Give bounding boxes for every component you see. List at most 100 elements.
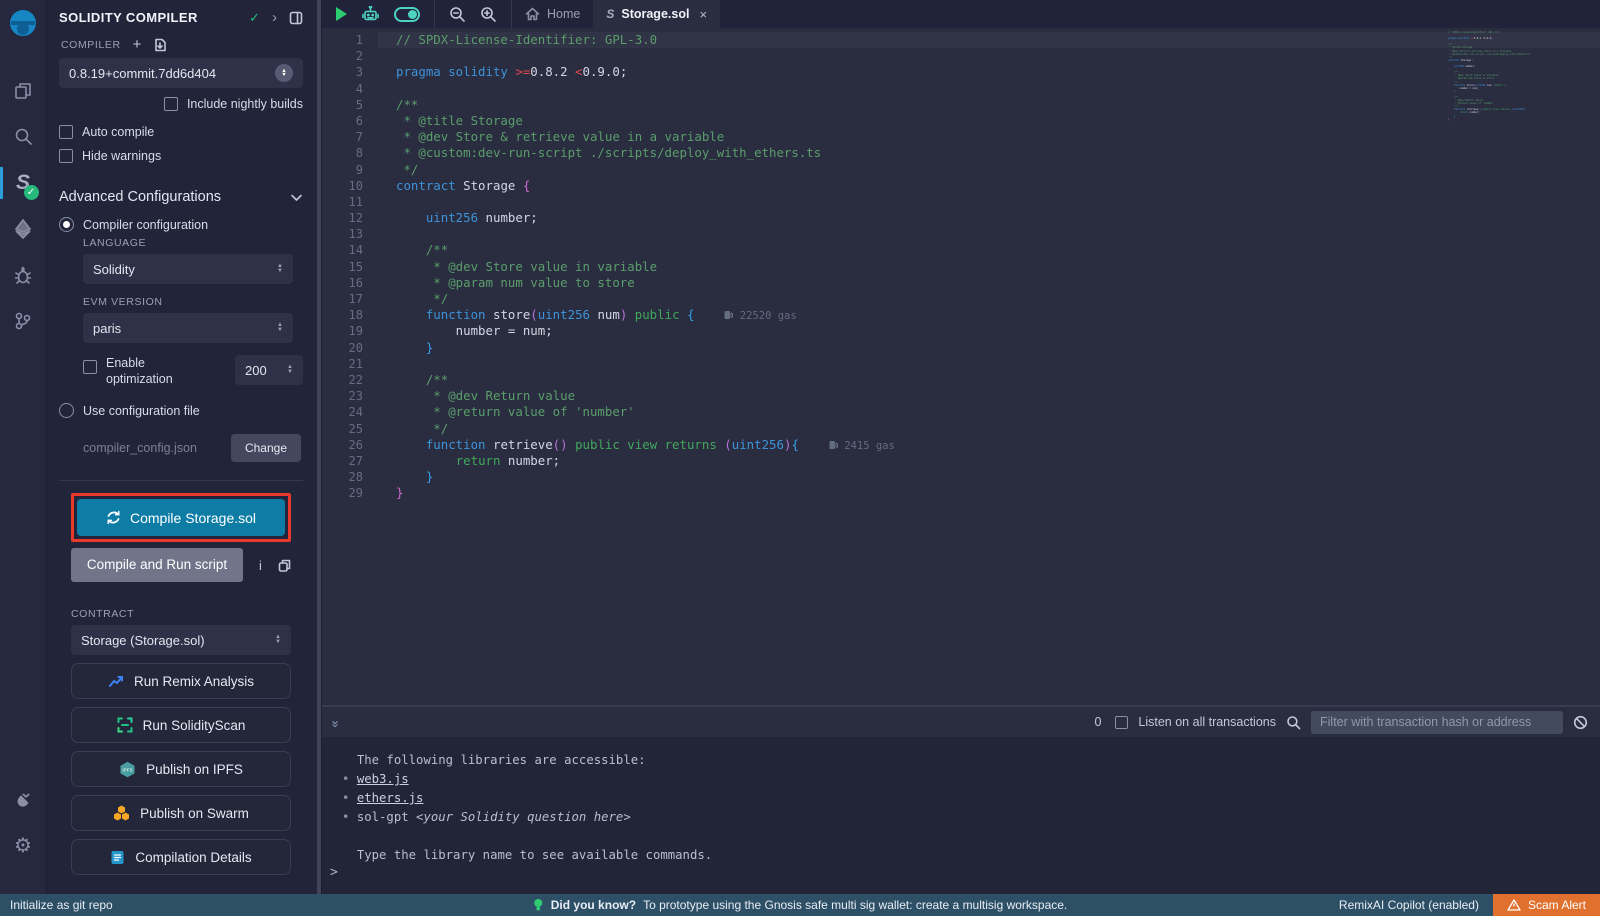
line-number: 5 <box>322 97 378 113</box>
run-remix-analysis-button[interactable]: Run Remix Analysis <box>71 663 291 699</box>
home-icon <box>525 7 540 21</box>
ethersjs-link[interactable]: ethers.js <box>357 791 424 805</box>
tab-storage-sol[interactable]: S Storage.sol × <box>593 0 720 28</box>
tab-home[interactable]: Home <box>512 0 593 28</box>
solidity-compiler-icon[interactable]: S ✓ <box>0 160 47 206</box>
line-number: 25 <box>322 421 378 437</box>
advanced-configurations-toggle[interactable]: Advanced Configurations <box>59 189 303 205</box>
git-icon[interactable] <box>0 298 47 344</box>
panel-resize-handle[interactable] <box>315 0 322 894</box>
compiler-version-select[interactable]: 0.8.19+commit.7dd6d404 ▲▼ <box>59 58 303 88</box>
include-nightly-checkbox[interactable] <box>164 97 178 111</box>
code-line: function store(uint256 num) public { 225… <box>396 307 1600 323</box>
terminal-panel: » 0 Listen on all transactions The follo… <box>322 705 1600 894</box>
version-stepper-icon: ▲▼ <box>275 64 293 82</box>
import-compiler-icon[interactable] <box>153 38 167 52</box>
line-number: 23 <box>322 388 378 404</box>
terminal-line: The following libraries are accessible: <box>342 751 1600 770</box>
settings-icon[interactable]: ⚙ <box>0 822 47 868</box>
zoom-out-icon[interactable] <box>449 6 466 23</box>
language-label: LANGUAGE <box>83 237 303 249</box>
compilation-details-button[interactable]: Compilation Details <box>71 839 291 875</box>
gas-estimate: 2415 gas <box>829 440 895 452</box>
terminal-line: • ethers.js <box>342 789 1600 808</box>
search-icon[interactable] <box>0 114 47 160</box>
use-configuration-file-radio[interactable] <box>59 403 74 418</box>
info-icon[interactable]: i <box>259 558 262 573</box>
minimap-line: * @custom:dev-run-script ./scripts/deplo… <box>1448 53 1544 56</box>
change-config-button[interactable]: Change <box>231 434 301 462</box>
pin-panel-icon[interactable] <box>289 11 303 25</box>
publish-on-ipfs-button[interactable]: IPFS Publish on IPFS <box>71 751 291 787</box>
line-number: 26 <box>322 437 378 453</box>
plugin-manager-icon[interactable] <box>0 776 47 822</box>
compiled-check-icon: ✓ <box>249 10 260 26</box>
line-number: 15 <box>322 259 378 275</box>
copilot-status[interactable]: RemixAI Copilot (enabled) <box>1339 898 1479 912</box>
warning-triangle-icon <box>1507 899 1521 911</box>
line-number: 12 <box>322 210 378 226</box>
terminal-search-icon[interactable] <box>1286 715 1301 730</box>
remix-logo[interactable] <box>7 8 39 40</box>
file-explorer-icon[interactable] <box>0 68 47 114</box>
chart-icon <box>108 674 124 688</box>
ai-copilot-robot-icon[interactable] <box>361 6 380 23</box>
web3js-link[interactable]: web3.js <box>357 772 409 786</box>
line-number: 14 <box>322 242 378 258</box>
listen-all-transactions-checkbox[interactable] <box>1115 716 1128 729</box>
hide-warnings-checkbox[interactable] <box>59 149 73 163</box>
enable-optimization-checkbox[interactable] <box>83 360 97 374</box>
line-number: 7 <box>322 129 378 145</box>
close-tab-icon[interactable]: × <box>699 7 707 22</box>
code-line: } <box>396 485 1600 501</box>
code-line: /** <box>396 242 1600 258</box>
lightbulb-icon <box>533 898 544 912</box>
run-solidityscan-button[interactable]: Run SolidityScan <box>71 707 291 743</box>
code-line: * @param num value to store <box>396 275 1600 291</box>
contract-select[interactable]: Storage (Storage.sol) ▲▼ <box>71 625 291 655</box>
evm-version-label: EVM VERSION <box>83 296 303 308</box>
terminal-collapse-icon[interactable]: » <box>329 720 344 724</box>
code-line <box>396 81 1600 97</box>
chevron-right-icon[interactable]: › <box>272 9 277 26</box>
code-line: function retrieve() public view returns … <box>396 437 1600 453</box>
init-git-repo-button[interactable]: Initialize as git repo <box>0 898 113 912</box>
transaction-filter-input[interactable] <box>1311 711 1563 734</box>
line-number: 13 <box>322 226 378 242</box>
deploy-run-icon[interactable] <box>0 206 47 252</box>
code-line: } <box>396 469 1600 485</box>
evm-version-select[interactable]: paris ▲▼ <box>83 313 293 343</box>
auto-compile-checkbox[interactable] <box>59 125 73 139</box>
zoom-in-icon[interactable] <box>480 6 497 23</box>
annotation-highlight-box: Compile Storage.sol <box>71 493 291 542</box>
line-number: 18 <box>322 307 378 323</box>
run-script-icon[interactable] <box>336 7 347 21</box>
code-line <box>396 48 1600 64</box>
code-editor[interactable]: 1234567891011121314151617181920212223242… <box>322 28 1600 705</box>
details-doc-icon <box>110 850 125 865</box>
swarm-icon <box>113 805 130 821</box>
compiler-configuration-radio[interactable] <box>59 217 74 232</box>
config-file-name[interactable]: compiler_config.json <box>83 441 197 455</box>
code-line: uint256 number; <box>396 210 1600 226</box>
auto-compile-label: Auto compile <box>82 125 154 139</box>
clear-console-icon[interactable] <box>1573 715 1588 730</box>
terminal-prompt[interactable]: > <box>330 865 338 880</box>
enable-optimization-label: Enable optimization <box>106 355 198 387</box>
chevron-down-icon <box>290 191 303 204</box>
language-select[interactable]: Solidity ▲▼ <box>83 254 293 284</box>
editor-minimap[interactable]: // SPDX-License-Identifier: GPL-3.0 prag… <box>1448 31 1544 121</box>
compile-button[interactable]: Compile Storage.sol <box>77 499 285 536</box>
publish-on-swarm-button[interactable]: Publish on Swarm <box>71 795 291 831</box>
copilot-toggle[interactable] <box>394 7 420 22</box>
scam-alert-button[interactable]: Scam Alert <box>1493 894 1600 916</box>
line-number: 16 <box>322 275 378 291</box>
copy-icon[interactable] <box>278 559 291 572</box>
add-custom-compiler-icon[interactable]: + <box>133 40 142 50</box>
remix-ide-window: S ✓ ⚙ SOLIDITY <box>0 0 1600 916</box>
code-line: return number; <box>396 453 1600 469</box>
optimization-runs-input[interactable]: 200 ▲▼ <box>235 355 303 385</box>
transaction-count: 0 <box>1094 715 1101 729</box>
debugger-icon[interactable] <box>0 252 47 298</box>
code-line: // SPDX-License-Identifier: GPL-3.0 <box>378 32 1600 48</box>
